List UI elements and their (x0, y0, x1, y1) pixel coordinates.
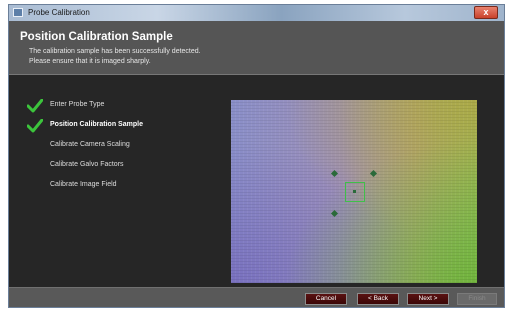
detection-target-box (345, 182, 365, 202)
finish-button[interactable]: Finish (457, 293, 497, 305)
step-label: Calibrate Camera Scaling (50, 141, 130, 148)
next-button[interactable]: Next > (407, 293, 449, 305)
step-label: Calibrate Image Field (50, 181, 117, 188)
title-bar[interactable]: Probe Calibration x (9, 5, 504, 21)
probe-calibration-window: Probe Calibration x Position Calibration… (8, 4, 505, 308)
window-title: Probe Calibration (28, 8, 90, 17)
wizard-body: Enter Probe Type Position Calibration Sa… (9, 75, 504, 287)
camera-preview (231, 100, 477, 283)
close-button[interactable]: x (474, 6, 498, 19)
target-center-dot (353, 190, 356, 193)
checkmark-icon (27, 99, 43, 113)
step-label: Position Calibration Sample (50, 121, 143, 128)
checkmark-icon (27, 119, 43, 133)
page-title: Position Calibration Sample (20, 31, 173, 43)
app-icon (13, 8, 23, 17)
wizard-header: Position Calibration Sample The calibrat… (9, 21, 504, 75)
back-button[interactable]: < Back (357, 293, 399, 305)
step-label: Enter Probe Type (50, 101, 105, 108)
wizard-footer: Cancel < Back Next > Finish (9, 287, 504, 307)
header-description-line-2: Please ensure that it is imaged sharply. (29, 58, 151, 65)
header-description-line-1: The calibration sample has been successf… (29, 48, 201, 55)
step-label: Calibrate Galvo Factors (50, 161, 124, 168)
cancel-button[interactable]: Cancel (305, 293, 347, 305)
